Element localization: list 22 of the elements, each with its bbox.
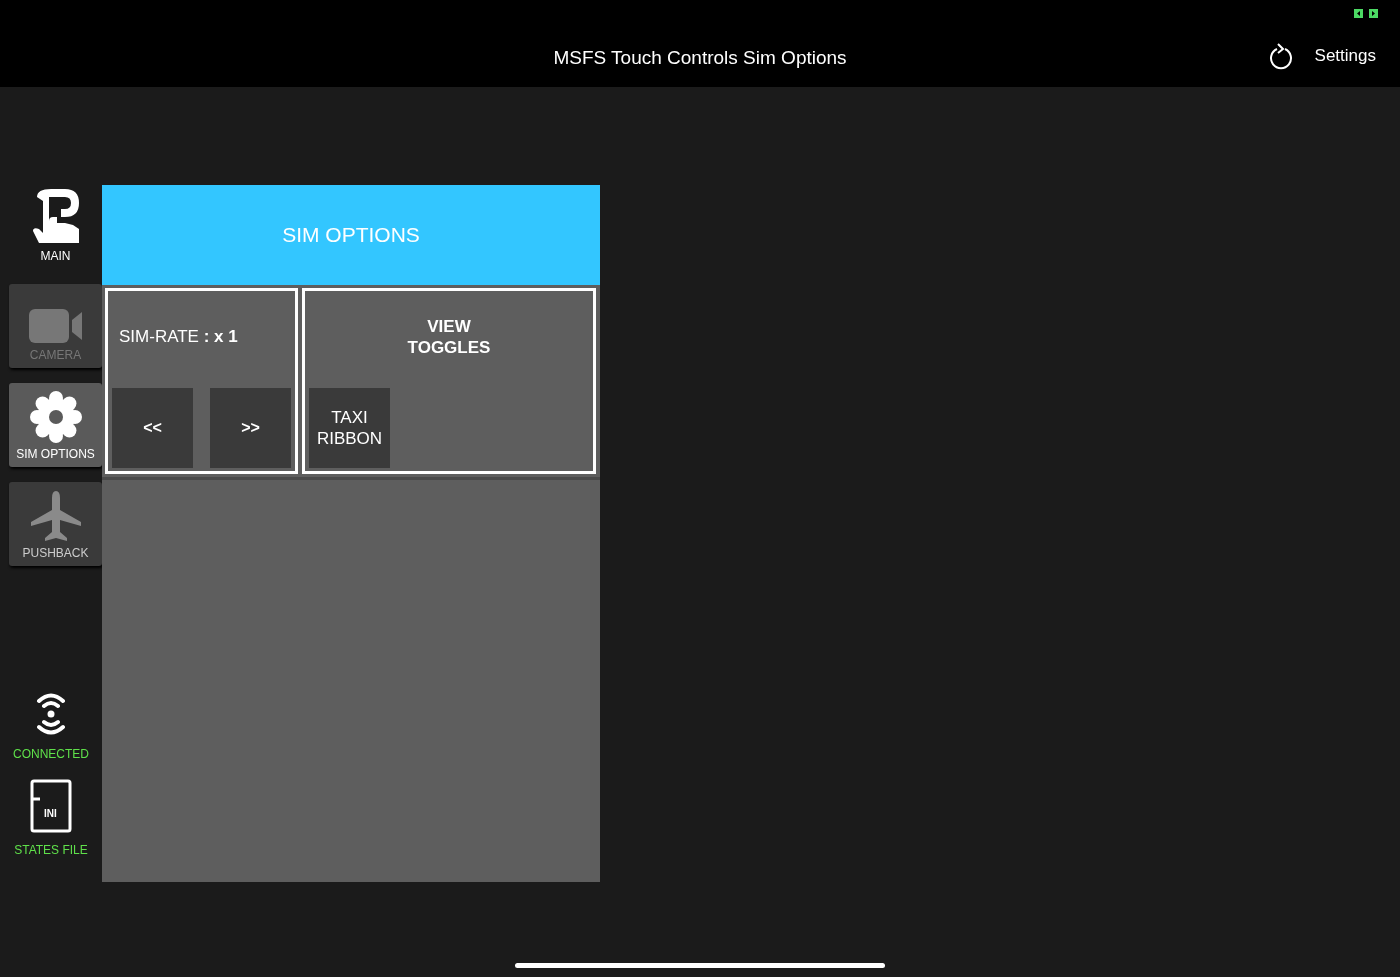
- file-icon: [30, 779, 72, 833]
- file-icon-label: INI: [44, 808, 57, 819]
- sim-rate-text: SIM-RATE : x 1: [119, 327, 239, 347]
- hand-logo-icon: [30, 187, 81, 245]
- refresh-icon[interactable]: [1268, 42, 1293, 70]
- airplane-icon: [29, 490, 82, 542]
- nav-tab[interactable]: MAIN: [9, 185, 102, 269]
- window-title: MSFS Touch Controls Sim Options: [553, 46, 847, 69]
- nav-tab[interactable]: SIM OPTIONS: [9, 383, 102, 467]
- status-icon: [1354, 9, 1378, 18]
- settings-button[interactable]: Settings: [1314, 46, 1376, 66]
- rate-button[interactable]: <<: [112, 388, 193, 468]
- status-label: STATES FILE: [14, 843, 88, 857]
- wireless-signal-icon: [34, 691, 68, 737]
- status-label: CONNECTED: [13, 747, 89, 761]
- rate-button[interactable]: >>: [210, 388, 291, 468]
- toggle-button[interactable]: TAXI RIBBON: [309, 388, 390, 468]
- panel-header: SIM OPTIONS: [102, 185, 600, 285]
- video-camera-icon: [27, 308, 84, 344]
- card-title: VIEW TOGGLES: [406, 316, 492, 359]
- nav-tab[interactable]: PUSHBACK: [9, 482, 102, 566]
- gear-icon: [29, 391, 82, 443]
